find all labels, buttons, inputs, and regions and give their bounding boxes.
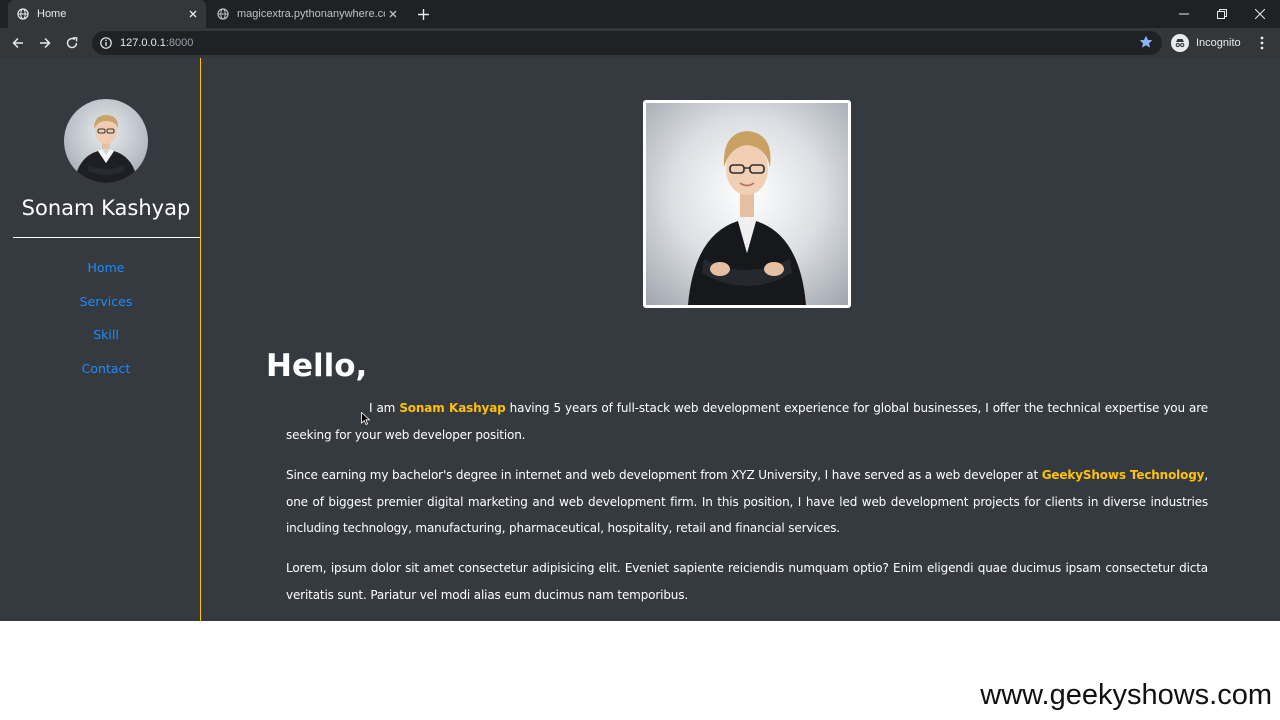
sidebar-item-home: Home <box>0 257 212 291</box>
avatar <box>64 99 148 183</box>
url-port: :8000 <box>165 37 194 49</box>
reload-icon[interactable] <box>62 33 82 53</box>
sidebar-item-services: Services <box>0 291 212 325</box>
new-tab-plus-icon[interactable] <box>414 5 432 23</box>
url-host: 127.0.0.1 <box>120 37 166 49</box>
intro-text-start: I am <box>369 401 400 415</box>
globe-icon <box>217 8 229 20</box>
watermark: www.geekyshows.com <box>980 679 1272 711</box>
highlight-company: GeekyShows Technology <box>1041 468 1205 482</box>
profile-name: Sonam Kashyap <box>21 196 191 220</box>
address-bar[interactable]: 127.0.0.1:8000 <box>92 31 1162 55</box>
nav-link-home[interactable]: Home <box>88 260 125 275</box>
close-icon[interactable] <box>385 6 401 22</box>
career-text-start: Since earning my bachelor's degree in in… <box>286 468 1042 482</box>
intro-paragraph: I am Sonam Kashyap having 5 years of ful… <box>286 395 1208 448</box>
sidebar-item-skill: Skill <box>0 324 212 358</box>
more-vert-icon[interactable] <box>1252 33 1272 53</box>
browser-toolbar: 127.0.0.1:8000 Incognito <box>0 28 1280 58</box>
close-icon[interactable] <box>185 6 201 22</box>
minimize-icon[interactable] <box>1165 0 1203 28</box>
greeting-heading: Hello, <box>266 348 368 384</box>
main-content: Hello, I am Sonam Kashyap having 5 years… <box>202 58 1280 621</box>
nav-link-services[interactable]: Services <box>80 294 133 309</box>
forward-arrow-icon[interactable] <box>35 33 55 53</box>
mouse-cursor-icon <box>361 410 371 429</box>
nav-link-contact[interactable]: Contact <box>82 361 131 376</box>
tab-home[interactable]: Home <box>8 0 206 28</box>
globe-icon <box>17 8 29 20</box>
tab-title: magicextra.pythonanywhere.com <box>237 8 385 20</box>
career-paragraph: Since earning my bachelor's degree in in… <box>286 462 1208 542</box>
nav-link-skill[interactable]: Skill <box>93 327 119 342</box>
incognito-icon <box>1171 34 1189 52</box>
web-page: Sonam Kashyap Home Services Skill Contac… <box>0 58 1280 621</box>
tab-title: Home <box>37 8 67 20</box>
incognito-indicator[interactable]: Incognito <box>1171 33 1241 53</box>
lorem-paragraph: Lorem, ipsum dolor sit amet consectetur … <box>286 561 1208 602</box>
sidebar-item-contact: Contact <box>0 358 212 392</box>
sidebar-nav: Home Services Skill Contact <box>0 257 212 391</box>
highlight-name: Sonam Kashyap <box>399 401 506 415</box>
back-arrow-icon[interactable] <box>8 33 28 53</box>
incognito-label: Incognito <box>1196 37 1241 49</box>
info-icon[interactable] <box>100 34 112 53</box>
tab-magicextra[interactable]: magicextra.pythonanywhere.com <box>208 0 406 28</box>
profile-photo <box>643 100 851 308</box>
bookmark-star-icon[interactable] <box>1139 34 1153 53</box>
divider <box>13 237 200 238</box>
close-window-icon[interactable] <box>1241 0 1279 28</box>
restore-icon[interactable] <box>1203 0 1241 28</box>
browser-tabstrip: Home magicextra.pythonanywhere.com <box>0 0 1280 28</box>
sidebar: Sonam Kashyap Home Services Skill Contac… <box>0 58 201 621</box>
